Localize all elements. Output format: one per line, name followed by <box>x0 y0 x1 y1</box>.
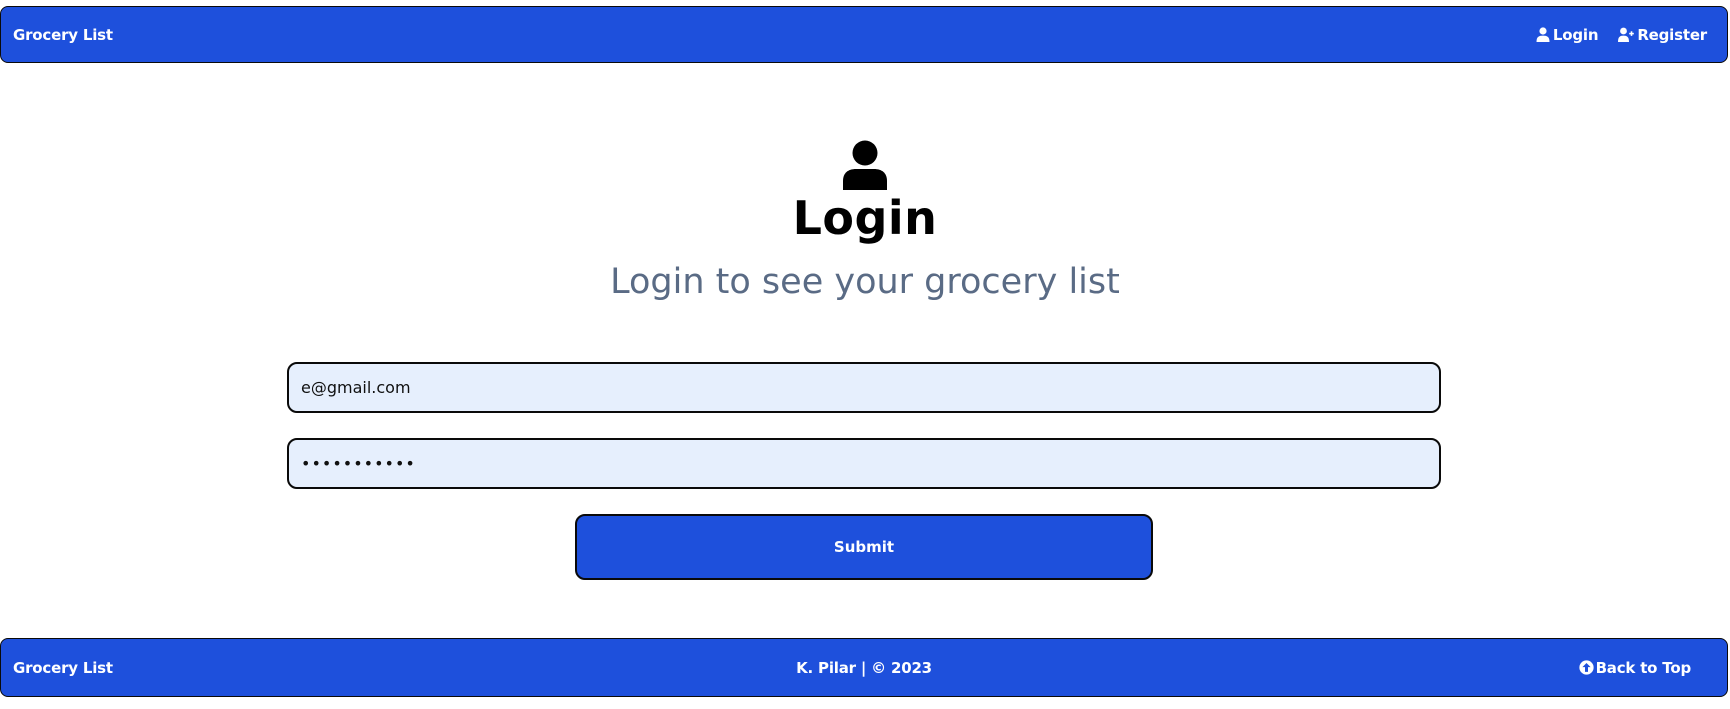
login-hero: Login Login to see your grocery list <box>0 140 1730 304</box>
navbar-brand[interactable]: Grocery List <box>13 7 113 62</box>
nav-register-link[interactable]: Register <box>1618 26 1707 44</box>
nav-links: Login Register <box>1536 7 1707 62</box>
user-plus-icon <box>1618 27 1635 42</box>
user-icon <box>843 140 887 190</box>
back-to-top-label: Back to Top <box>1595 658 1692 677</box>
password-field[interactable] <box>287 438 1441 489</box>
email-field[interactable] <box>287 362 1441 413</box>
footer-brand: Grocery List <box>13 658 113 677</box>
nav-login-label: Login <box>1552 25 1599 44</box>
footer: Grocery List K. Pilar | © 2023 Back to T… <box>0 638 1728 697</box>
back-to-top-link[interactable]: Back to Top <box>1578 639 1692 696</box>
user-icon <box>1536 27 1550 42</box>
nav-register-label: Register <box>1637 25 1707 44</box>
page-subtitle: Login to see your grocery list <box>610 262 1120 302</box>
nav-login-link[interactable]: Login <box>1536 25 1599 44</box>
submit-button[interactable]: Submit <box>575 514 1153 580</box>
circle-arrow-up-icon <box>1578 660 1594 675</box>
navbar: Grocery List Login Register <box>0 6 1728 63</box>
footer-credit: K. Pilar | © 2023 <box>796 658 932 677</box>
page-title: Login <box>792 191 938 245</box>
